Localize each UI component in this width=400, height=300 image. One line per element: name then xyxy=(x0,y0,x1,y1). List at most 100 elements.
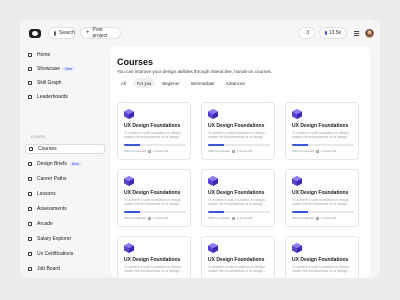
search-label: Search xyxy=(59,30,75,36)
course-card[interactable]: UX Design Foundations To achieve a solid … xyxy=(117,236,191,278)
course-time-left: 1 hours left xyxy=(237,149,253,153)
course-completed: 25% Completed xyxy=(208,216,231,220)
plus-icon: + xyxy=(86,30,90,36)
xp-badge[interactable]: 13.5k xyxy=(319,27,347,39)
course-cube-icon xyxy=(292,243,302,253)
course-completed: 25% Completed xyxy=(124,149,147,153)
page-title: Courses xyxy=(117,57,154,67)
tab-intermediate[interactable]: Intermediate xyxy=(187,78,219,88)
certification-icon xyxy=(28,252,32,256)
sidebar-item-career-paths[interactable]: Career Paths xyxy=(25,174,105,184)
search-icon xyxy=(54,30,56,36)
course-card[interactable]: UX Design Foundations To achieve a solid … xyxy=(285,236,359,278)
arcade-icon xyxy=(28,222,32,226)
course-cube-icon xyxy=(292,176,302,186)
course-progress-fill xyxy=(292,211,308,213)
xp-icon xyxy=(325,31,327,35)
menu-button[interactable] xyxy=(354,30,362,36)
course-description: To achieve a solid foundation in design,… xyxy=(208,131,266,140)
course-title: UX Design Foundations xyxy=(292,257,349,263)
tab-all[interactable]: All xyxy=(117,78,130,88)
menu-icon-line xyxy=(354,32,359,34)
sidebar-item-assessments[interactable]: Assessments xyxy=(25,204,105,214)
course-title: UX Design Foundations xyxy=(292,123,349,129)
course-progress-fill xyxy=(208,144,224,146)
course-progress-fill xyxy=(124,211,140,213)
sidebar-item-label: Arcade xyxy=(37,221,53,227)
course-cube-icon xyxy=(124,243,134,253)
sidebar-item-skill-graph[interactable]: Skill Graph xyxy=(25,78,105,88)
tab-beginner[interactable]: Beginner xyxy=(158,78,183,88)
sidebar-item-salary-explorer[interactable]: Salary Explorer xyxy=(25,234,105,244)
level-badge[interactable]: 3 xyxy=(298,27,315,39)
xp-value: 13.5k xyxy=(328,30,341,36)
course-time-left: 1 hours left xyxy=(321,149,337,153)
sidebar-item-label: Courses xyxy=(38,146,57,152)
course-meta: 25% Completed 1 hours left xyxy=(124,216,168,220)
course-description: To achieve a solid foundation in design,… xyxy=(208,198,266,207)
sidebar-item-label: Job Board xyxy=(37,266,60,272)
course-description: To achieve a solid foundation in design,… xyxy=(208,265,266,274)
sidebar-item-leaderboards[interactable]: Leaderboards xyxy=(25,92,105,102)
course-card[interactable]: UX Design Foundations To achieve a solid … xyxy=(201,236,275,278)
sidebar-item-lessons[interactable]: Lessons xyxy=(25,189,105,199)
course-cube-icon xyxy=(124,109,134,119)
top-bar: Search + Post project 3 13.5k xyxy=(20,20,380,46)
course-title: UX Design Foundations xyxy=(208,257,265,263)
course-completed: 25% Completed xyxy=(124,216,147,220)
filter-tabs: All For you Beginner Intermediate Advanc… xyxy=(117,78,249,88)
clock-icon xyxy=(316,149,320,153)
clock-icon xyxy=(148,149,152,153)
course-description: To achieve a solid foundation in design,… xyxy=(124,131,182,140)
course-title: UX Design Foundations xyxy=(124,257,181,263)
sidebar-item-label: Showcase xyxy=(37,66,61,72)
sidebar-item-showcase[interactable]: Showcase New xyxy=(25,64,105,74)
courses-icon xyxy=(29,147,33,151)
course-title: UX Design Foundations xyxy=(124,123,181,129)
course-title: UX Design Foundations xyxy=(124,190,181,196)
course-completed: 25% Completed xyxy=(208,149,231,153)
course-card[interactable]: UX Design Foundations To achieve a solid … xyxy=(117,169,191,227)
lessons-icon xyxy=(28,192,32,196)
course-card[interactable]: UX Design Foundations To achieve a solid … xyxy=(117,102,191,160)
course-meta: 25% Completed 1 hours left xyxy=(124,149,168,153)
search-button[interactable]: Search xyxy=(48,27,76,39)
sidebar-item-label: Leaderboards xyxy=(37,94,68,100)
course-time-left: 1 hours left xyxy=(321,216,337,220)
sidebar-item-home[interactable]: Home xyxy=(25,50,105,60)
course-title: UX Design Foundations xyxy=(292,190,349,196)
tab-for-you[interactable]: For you xyxy=(132,78,156,88)
course-meta: 25% Completed 1 hours left xyxy=(208,216,252,220)
clock-icon xyxy=(316,216,320,220)
course-title: UX Design Foundations xyxy=(208,190,265,196)
post-project-button[interactable]: + Post project xyxy=(80,27,121,39)
course-card[interactable]: UX Design Foundations To achieve a solid … xyxy=(201,102,275,160)
sidebar-item-ux-certifications[interactable]: Ux Certifications xyxy=(25,249,105,259)
tab-advanced[interactable]: Advanced xyxy=(221,78,248,88)
sidebar-item-label: Career Paths xyxy=(37,176,67,182)
sidebar-item-job-board[interactable]: Job Board xyxy=(25,264,105,274)
sidebar-item-label: Assessments xyxy=(37,206,67,212)
app-logo[interactable] xyxy=(29,28,41,38)
sidebar-item-design-briefs[interactable]: Design Briefs New xyxy=(25,159,105,169)
course-card[interactable]: UX Design Foundations To achieve a solid … xyxy=(285,102,359,160)
course-progress-bar xyxy=(292,211,354,213)
course-card[interactable]: UX Design Foundations To achieve a solid … xyxy=(201,169,275,227)
course-description: To achieve a solid foundation in design,… xyxy=(292,265,350,274)
new-badge: New xyxy=(69,162,81,166)
sidebar-item-arcade[interactable]: Arcade xyxy=(25,219,105,229)
course-progress-fill xyxy=(124,144,140,146)
course-card[interactable]: UX Design Foundations To achieve a solid … xyxy=(285,169,359,227)
menu-icon-line xyxy=(354,34,359,36)
course-description: To achieve a solid foundation in design,… xyxy=(124,198,182,207)
level-value: 3 xyxy=(306,30,309,36)
course-completed: 25% Completed xyxy=(292,149,315,153)
sidebar-item-label: Salary Explorer xyxy=(37,236,72,242)
sidebar-item-label: Lessons xyxy=(37,191,56,197)
showcase-icon xyxy=(28,67,32,71)
sidebar-item-label: Skill Graph xyxy=(37,80,62,86)
avatar[interactable] xyxy=(365,28,374,38)
sidebar-item-label: Home xyxy=(37,52,51,58)
sidebar-item-courses[interactable]: Courses xyxy=(25,144,105,154)
clock-icon xyxy=(232,149,236,153)
